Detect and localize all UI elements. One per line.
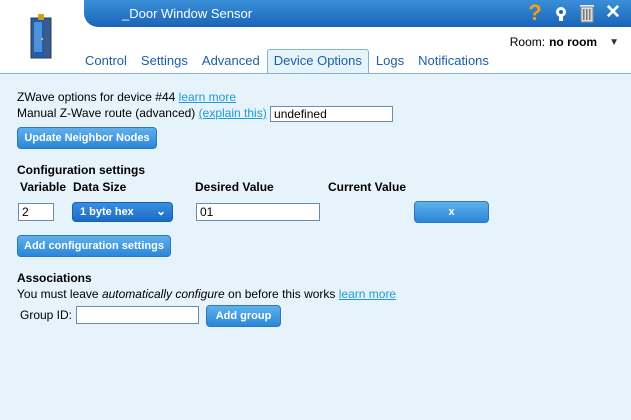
- data-size-value: 1 byte hex: [80, 206, 134, 218]
- header-actions: ? ✕: [525, 2, 623, 24]
- device-title: _Door Window Sensor: [122, 6, 253, 21]
- note-emphasis: automatically configure: [101, 287, 225, 301]
- note-after: on before this works: [224, 287, 339, 301]
- explain-link[interactable]: (explain this): [199, 106, 267, 120]
- chevron-down-icon: ▼: [609, 36, 619, 48]
- zwave-route-line: Manual Z-Wave route (advanced) (explain …: [17, 106, 394, 122]
- route-label: Manual Z-Wave route (advanced): [17, 106, 196, 121]
- remove-config-button[interactable]: x: [414, 201, 489, 223]
- close-icon[interactable]: ✕: [603, 3, 623, 23]
- add-group-button[interactable]: Add group: [206, 305, 281, 327]
- data-size-select[interactable]: 1 byte hex ⌄: [72, 202, 173, 222]
- add-configuration-settings-button[interactable]: Add configuration settings: [17, 235, 171, 257]
- tab-bar: Control Settings Advanced Device Options…: [78, 49, 496, 73]
- variable-input[interactable]: [18, 203, 54, 221]
- tab-control[interactable]: Control: [78, 53, 134, 73]
- tab-advanced[interactable]: Advanced: [195, 53, 267, 73]
- col-data-size: Data Size: [73, 180, 127, 194]
- col-variable: Variable: [20, 180, 67, 194]
- tab-logs[interactable]: Logs: [369, 53, 411, 73]
- update-neighbor-nodes-button[interactable]: Update Neighbor Nodes: [17, 127, 157, 149]
- header: _Door Window Sensor ? ✕ Room: no room ▼ …: [0, 0, 631, 73]
- door-sensor-icon: [30, 14, 52, 59]
- group-id-input[interactable]: [76, 306, 199, 324]
- room-label: Room:: [509, 35, 546, 49]
- zwave-options-line: ZWave options for device #44 learn more: [17, 90, 236, 104]
- settings-icon[interactable]: [551, 3, 571, 23]
- chevron-down-icon: ⌄: [155, 204, 166, 218]
- route-input[interactable]: [270, 106, 394, 122]
- tab-device-options[interactable]: Device Options: [266, 49, 369, 73]
- help-icon[interactable]: ?: [525, 2, 545, 24]
- learn-more-link[interactable]: learn more: [179, 90, 236, 104]
- associations-note: You must leave automatically configure o…: [17, 287, 396, 301]
- config-section-title: Configuration settings: [17, 163, 145, 177]
- tab-notifications[interactable]: Notifications: [411, 53, 496, 73]
- zwave-options-text: ZWave options for device #44: [17, 90, 176, 104]
- room-selector[interactable]: Room: no room ▼: [510, 35, 619, 49]
- device-options-panel: ZWave options for device #44 learn more …: [0, 74, 631, 420]
- desired-value-input[interactable]: [196, 203, 320, 221]
- tab-settings[interactable]: Settings: [134, 53, 195, 73]
- associations-title: Associations: [17, 271, 92, 285]
- col-desired-value: Desired Value: [195, 180, 274, 194]
- room-value: no room: [549, 35, 598, 49]
- group-id-label: Group ID:: [20, 308, 73, 322]
- col-current-value: Current Value: [328, 180, 407, 194]
- associations-learn-more-link[interactable]: learn more: [339, 287, 396, 301]
- trash-icon[interactable]: [577, 3, 597, 23]
- title-bar: _Door Window Sensor ? ✕: [84, 0, 631, 27]
- note-before: You must leave: [17, 287, 102, 301]
